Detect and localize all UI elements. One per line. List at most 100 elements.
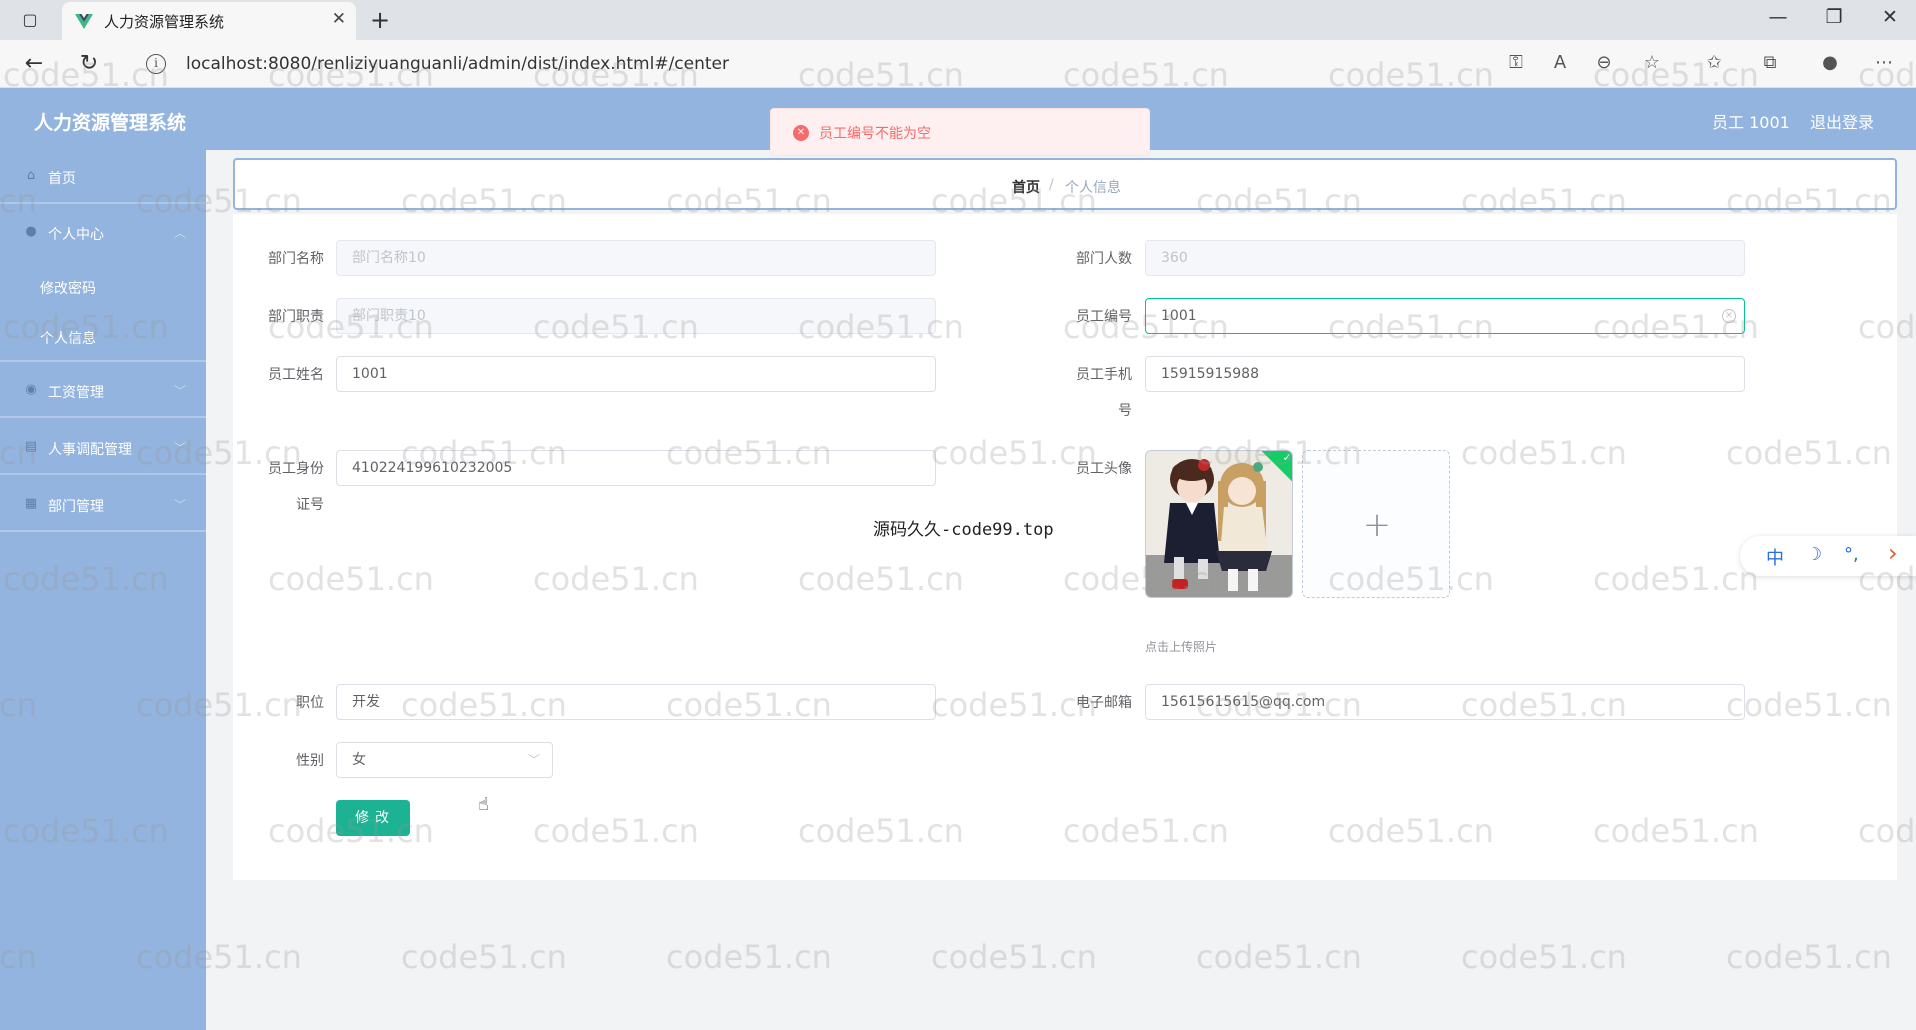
sidebar-item-salary[interactable]: ◉ 工资管理 ﹀ bbox=[0, 364, 206, 418]
chevron-down-icon: ﹀ bbox=[173, 498, 186, 512]
vue-logo-icon bbox=[75, 14, 93, 29]
sidebar-item-label: 首页 bbox=[48, 171, 76, 187]
emp-no-input[interactable]: 1001 ✕ bbox=[1145, 298, 1745, 334]
chevron-down-icon: ﹀ bbox=[173, 384, 186, 398]
collections-icon[interactable]: ⧉ bbox=[1756, 52, 1784, 73]
chevron-right-icon[interactable]: › bbox=[1888, 539, 1898, 567]
favorites-icon[interactable]: ✩ bbox=[1700, 52, 1728, 73]
breadcrumb-home[interactable]: 首页 bbox=[1012, 177, 1040, 197]
chevron-down-icon: ﹀ bbox=[527, 753, 540, 767]
emp-id-label: 员工身份 bbox=[268, 461, 324, 477]
ime-toolbar: 中 ☽ °, › bbox=[1740, 536, 1916, 576]
new-tab-icon[interactable]: + bbox=[370, 6, 390, 34]
toast-message: 员工编号不能为空 bbox=[819, 126, 931, 142]
tab-actions-icon[interactable]: ▢ bbox=[18, 8, 42, 32]
position-label: 职位 bbox=[296, 695, 324, 711]
dept-name-label: 部门名称 bbox=[268, 251, 324, 267]
mouse-cursor-icon: ☝ bbox=[478, 794, 489, 815]
sidebar-item-personnel[interactable]: ▤ 人事调配管理 ﹀ bbox=[0, 421, 206, 475]
avatar-label: 员工头像 bbox=[1076, 461, 1132, 477]
back-icon[interactable]: ← bbox=[20, 50, 48, 78]
breadcrumb-current: 个人信息 bbox=[1065, 180, 1121, 196]
submit-button[interactable]: 修改 bbox=[336, 800, 410, 836]
tab-title: 人力资源管理系统 bbox=[104, 13, 225, 31]
breadcrumb: 首页 / 个人信息 bbox=[233, 158, 1897, 210]
site-info-icon[interactable]: i bbox=[146, 54, 166, 74]
gender-label: 性别 bbox=[296, 753, 324, 769]
gender-select[interactable]: 女 ﹀ bbox=[336, 742, 553, 778]
sidebar-item-label: 工资管理 bbox=[48, 385, 104, 401]
logout-link[interactable]: 退出登录 bbox=[1810, 109, 1874, 133]
app-title: 人力资源管理系统 bbox=[34, 112, 187, 134]
overlay-text: 源码久久-code99.top bbox=[873, 520, 1054, 540]
sidebar-item-personal-center[interactable]: ● 个人中心 ︿ bbox=[0, 206, 206, 260]
more-icon[interactable]: ⋯ bbox=[1870, 52, 1898, 73]
home-icon: ⌂ bbox=[26, 168, 36, 183]
plus-icon: + bbox=[1362, 505, 1392, 545]
chevron-up-icon: ︿ bbox=[173, 226, 186, 240]
browser-tab[interactable]: 人力资源管理系统 ✕ bbox=[62, 2, 356, 40]
emp-phone-label-cont: 号 bbox=[1118, 403, 1132, 419]
document-icon: ▤ bbox=[24, 439, 38, 454]
watermark-text: code51.cn bbox=[1196, 938, 1362, 976]
emp-phone-label: 员工手机 bbox=[1076, 367, 1132, 383]
maximize-icon[interactable]: ❐ bbox=[1814, 6, 1854, 28]
position-input[interactable]: 开发 bbox=[336, 684, 936, 720]
avatar-image[interactable]: ✓ bbox=[1145, 450, 1293, 598]
watermark-text: code51.cn bbox=[1726, 938, 1892, 976]
minimize-icon[interactable]: — bbox=[1758, 6, 1798, 28]
ime-chinese-mode[interactable]: 中 bbox=[1766, 544, 1784, 570]
punctuation-icon[interactable]: °, bbox=[1844, 544, 1859, 565]
dept-count-label: 部门人数 bbox=[1076, 251, 1132, 267]
emp-id-input[interactable]: 410224199610232005 bbox=[336, 450, 936, 486]
watermark-text: code51.cn bbox=[1461, 938, 1627, 976]
watermark-text: code51.cn bbox=[401, 938, 567, 976]
profile-icon[interactable]: ● bbox=[1816, 52, 1844, 73]
upload-tip: 点击上传照片 bbox=[1145, 640, 1218, 654]
watermark-text: code51.cn bbox=[931, 938, 1097, 976]
favorite-add-icon[interactable]: ☆ bbox=[1638, 52, 1666, 73]
sidebar-item-label: 部门管理 bbox=[48, 499, 104, 515]
sidebar-subitem-change-password[interactable]: 修改密码 bbox=[40, 278, 96, 298]
zoom-icon[interactable]: ⊖ bbox=[1590, 52, 1618, 73]
user-icon: ● bbox=[25, 224, 37, 239]
dept-name-field: 部门名称10 bbox=[336, 240, 936, 276]
avatar-upload-button[interactable]: + bbox=[1302, 450, 1450, 598]
sidebar-item-department[interactable]: ▦ 部门管理 ﹀ bbox=[0, 478, 206, 532]
close-window-icon[interactable]: ✕ bbox=[1870, 6, 1910, 28]
sidebar-divider bbox=[0, 360, 206, 362]
browser-tab-bar: ▢ 人力资源管理系统 ✕ + — ❐ ✕ bbox=[0, 0, 1916, 40]
sidebar-item-home[interactable]: ⌂ 首页 bbox=[0, 150, 206, 204]
emp-name-label: 员工姓名 bbox=[268, 367, 324, 383]
clear-icon[interactable]: ✕ bbox=[1722, 309, 1736, 323]
emp-phone-input[interactable]: 15915915988 bbox=[1145, 356, 1745, 392]
emp-name-input[interactable]: 1001 bbox=[336, 356, 936, 392]
dept-count-field: 360 bbox=[1145, 240, 1745, 276]
gender-value: 女 bbox=[352, 752, 366, 768]
check-icon: ✓ bbox=[1282, 450, 1292, 464]
reload-icon[interactable]: ↻ bbox=[75, 50, 103, 78]
tab-close-icon[interactable]: ✕ bbox=[332, 9, 346, 29]
url-text[interactable]: localhost:8080/renliziyuanguanli/admin/d… bbox=[186, 54, 729, 74]
sidebar-subitem-personal-info[interactable]: 个人信息 bbox=[40, 328, 96, 348]
email-input[interactable]: 15615615615@qq.com bbox=[1145, 684, 1745, 720]
error-toast: ✕ 员工编号不能为空 bbox=[770, 108, 1150, 156]
building-icon: ▦ bbox=[24, 496, 38, 511]
sidebar-item-label: 人事调配管理 bbox=[48, 442, 132, 458]
breadcrumb-separator: / bbox=[1049, 177, 1054, 193]
chevron-down-icon: ﹀ bbox=[173, 441, 186, 455]
emp-no-label: 员工编号 bbox=[1076, 309, 1132, 325]
watermark-text: code51.cn bbox=[666, 938, 832, 976]
error-icon: ✕ bbox=[793, 125, 809, 141]
read-aloud-icon[interactable]: A bbox=[1546, 52, 1574, 73]
dept-duty-field: 部门职责10 bbox=[336, 298, 936, 334]
emp-no-value: 1001 bbox=[1161, 308, 1197, 324]
sidebar: ⌂ 首页 ● 个人中心 ︿ 修改密码 个人信息 ◉ 工资管理 ﹀ ▤ 人事调配管… bbox=[0, 150, 206, 1030]
key-icon[interactable]: ⚿ bbox=[1502, 52, 1530, 73]
current-user: 员工 1001 bbox=[1712, 113, 1790, 132]
url-field[interactable]: i localhost:8080/renliziyuanguanli/admin… bbox=[126, 46, 1676, 82]
emp-id-label-cont: 证号 bbox=[296, 497, 324, 513]
dept-duty-label: 部门职责 bbox=[268, 309, 324, 325]
email-label: 电子邮箱 bbox=[1076, 695, 1132, 711]
moon-icon[interactable]: ☽ bbox=[1806, 544, 1822, 565]
